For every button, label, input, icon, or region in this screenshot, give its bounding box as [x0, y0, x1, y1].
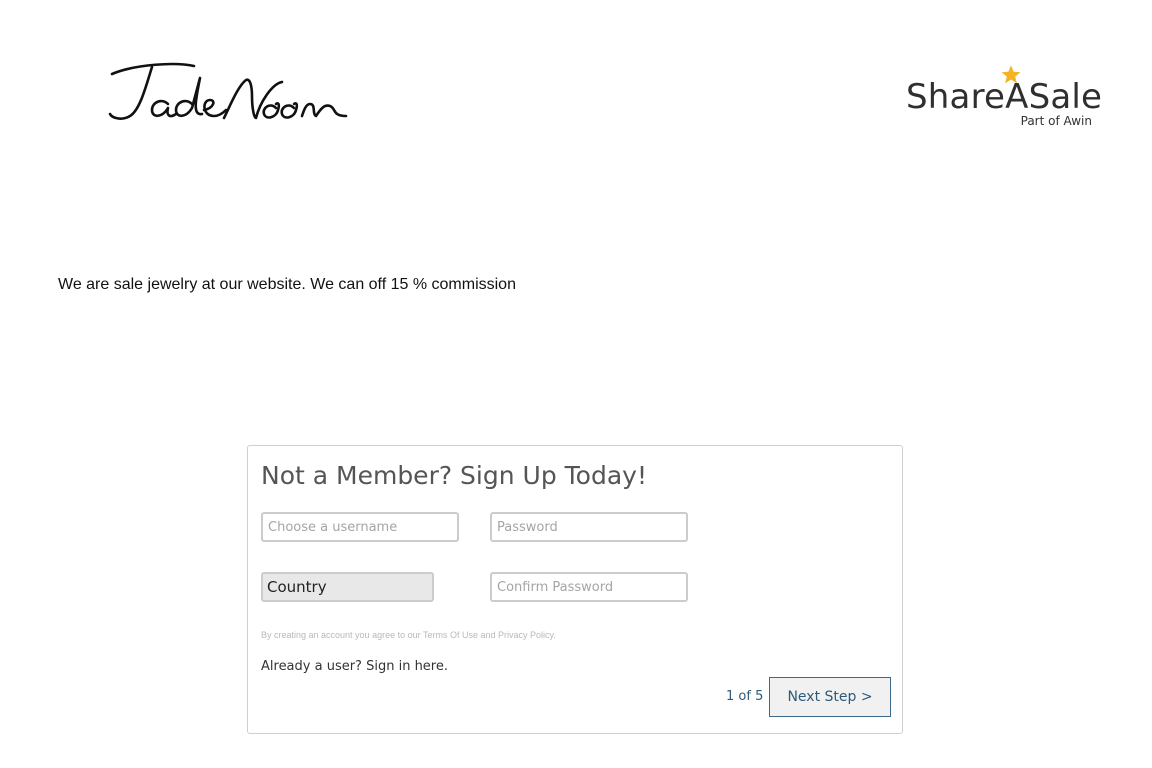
- signup-card: Not a Member? Sign Up Today! Country By …: [247, 445, 903, 734]
- confirm-password-input[interactable]: [490, 572, 688, 602]
- legal-suffix: .: [553, 630, 556, 640]
- legal-and: and: [477, 630, 498, 640]
- step-indicator: 1 of 5: [726, 689, 764, 704]
- privacy-link[interactable]: Privacy Policy: [498, 630, 553, 640]
- brand-logo: [108, 62, 348, 120]
- username-input[interactable]: [261, 512, 459, 542]
- country-select[interactable]: Country: [261, 572, 434, 602]
- merchant-description: We are sale jewelry at our website. We c…: [58, 276, 516, 293]
- signup-title: Not a Member? Sign Up Today!: [261, 461, 647, 490]
- next-step-button[interactable]: Next Step >: [769, 677, 891, 717]
- password-input[interactable]: [490, 512, 688, 542]
- partner-wordmark: ShareASale: [906, 77, 1103, 117]
- partner-subline: Part of Awin: [1020, 114, 1092, 128]
- legal-prefix: By creating an account you agree to our: [261, 630, 423, 640]
- partner-logo: ShareASale Part of Awin: [902, 62, 1102, 134]
- signin-link[interactable]: Already a user? Sign in here.: [261, 659, 448, 674]
- page: ShareASale Part of Awin We are sale jewe…: [0, 0, 1152, 768]
- terms-link[interactable]: Terms Of Use: [423, 630, 478, 640]
- legal-notice: By creating an account you agree to our …: [261, 630, 556, 640]
